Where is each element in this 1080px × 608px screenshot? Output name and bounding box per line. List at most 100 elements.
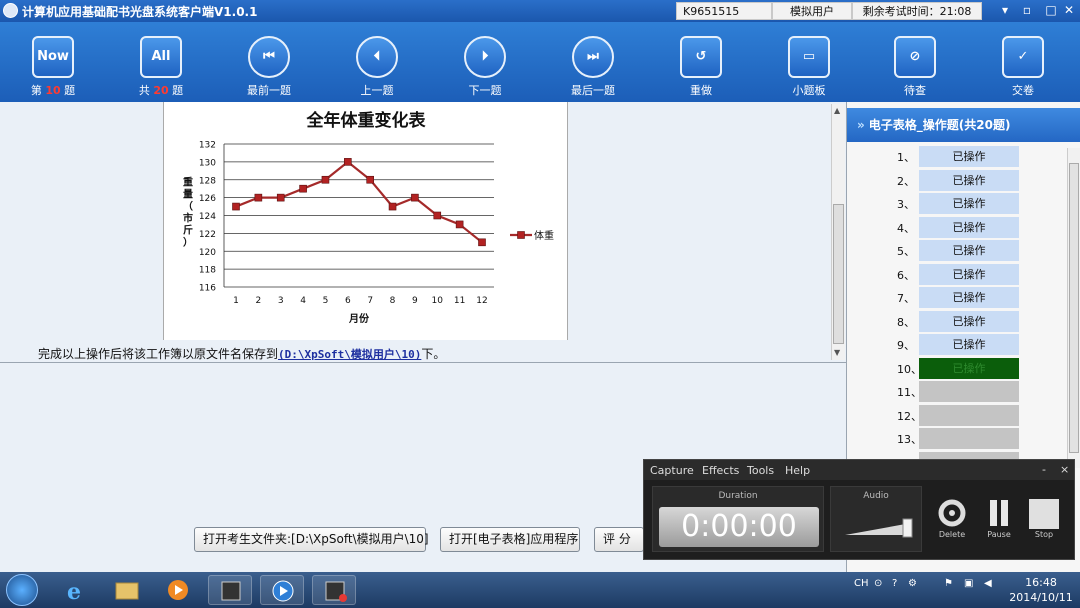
- question-status[interactable]: 已操作: [919, 146, 1019, 167]
- scroll-down-icon[interactable]: ▼: [834, 348, 840, 357]
- grade-button[interactable]: 评 分: [594, 527, 644, 552]
- chart-card: 全年体重变化表 116 118 120 122 124 126 128 130 132 1 2 3 4 5 6…: [163, 102, 568, 340]
- question-list-item[interactable]: 12、: [847, 404, 1067, 427]
- question-list-item[interactable]: 10、 已操作: [847, 357, 1067, 380]
- question-status[interactable]: 已操作: [919, 193, 1019, 214]
- question-number: 5、: [897, 245, 915, 258]
- exam-app-icon[interactable]: [208, 575, 252, 605]
- next-question-button[interactable]: ⏵ 下一题: [444, 22, 526, 102]
- panel-scroll-thumb[interactable]: [1069, 163, 1079, 453]
- current-question-button[interactable]: Now 第 10 题: [12, 22, 94, 102]
- delete-button[interactable]: Delete: [932, 498, 972, 539]
- minimize-icon[interactable]: ▫: [1016, 1, 1038, 19]
- question-list-item[interactable]: 2、 已操作: [847, 169, 1067, 192]
- user-name: 模拟用户: [772, 2, 852, 20]
- stop-icon: [1029, 499, 1059, 529]
- y-tick-label: 128: [199, 176, 216, 186]
- exam-id: K9651515: [676, 2, 772, 20]
- question-status[interactable]: 已操作: [919, 216, 1019, 238]
- question-status[interactable]: 已操作: [919, 357, 1019, 379]
- ime-icon[interactable]: ⊙: [874, 578, 882, 589]
- menu-tools[interactable]: Tools: [747, 464, 774, 477]
- scroll-up-icon[interactable]: ▲: [834, 106, 840, 115]
- all-questions-button[interactable]: All 共 20 题: [120, 22, 202, 102]
- question-board-button[interactable]: ▭ 小题板: [768, 22, 850, 102]
- language-indicator[interactable]: CH: [854, 578, 869, 589]
- question-scrollbar[interactable]: ▲ ▼: [831, 104, 845, 360]
- question-list-item[interactable]: 11、: [847, 381, 1067, 403]
- x-tick-label: 5: [323, 296, 329, 306]
- audio-level-icon[interactable]: [831, 507, 921, 547]
- x-axis-label: 月份: [348, 312, 370, 325]
- flag-icon[interactable]: ⚑: [944, 578, 953, 589]
- media-player-icon[interactable]: [156, 575, 200, 605]
- pending-review-button[interactable]: ⊘ 待查: [874, 22, 956, 102]
- y-tick-label: 126: [199, 194, 216, 204]
- system-clock[interactable]: 16:48 2014/10/11: [1006, 575, 1076, 605]
- question-list-item[interactable]: 4、 已操作: [847, 216, 1067, 239]
- menu-capture[interactable]: Capture: [650, 464, 694, 477]
- question-list-item[interactable]: 8、 已操作: [847, 310, 1067, 333]
- question-list-item[interactable]: 3、 已操作: [847, 193, 1067, 215]
- question-list-item[interactable]: 7、 已操作: [847, 287, 1067, 309]
- redo-button[interactable]: ↺ 重做: [660, 22, 742, 102]
- x-tick-label: 10: [432, 296, 444, 306]
- x-tick-label: 8: [390, 296, 396, 306]
- question-status[interactable]: [919, 428, 1019, 449]
- question-status[interactable]: [919, 404, 1019, 426]
- help-icon[interactable]: ?: [892, 578, 897, 589]
- open-folder-button[interactable]: 打开考生文件夹:[D:\XpSoft\模拟用户\10]: [194, 527, 429, 552]
- prev-question-button[interactable]: ⏴ 上一题: [336, 22, 418, 102]
- panel-header: » 电子表格_操作题(共20题): [847, 108, 1080, 142]
- volume-icon[interactable]: ◀: [984, 578, 992, 589]
- submit-icon: ✓: [1002, 36, 1044, 78]
- recorder-app-icon[interactable]: [312, 575, 356, 605]
- question-status[interactable]: 已操作: [919, 334, 1019, 355]
- panel-scrollbar[interactable]: [1067, 148, 1080, 468]
- question-list-item[interactable]: 9、 已操作: [847, 334, 1067, 356]
- question-list-item[interactable]: 1、 已操作: [847, 146, 1067, 168]
- question-list-item[interactable]: 6、 已操作: [847, 263, 1067, 286]
- svg-text:e: e: [67, 579, 81, 605]
- network-icon[interactable]: ▣: [964, 578, 973, 589]
- question-list-item[interactable]: 5、 已操作: [847, 240, 1067, 262]
- question-status[interactable]: 已操作: [919, 169, 1019, 191]
- question-status[interactable]: 已操作: [919, 240, 1019, 261]
- weight-line-chart: 全年体重变化表1161181201221241261281301321 2 3 4 5 6…: [183, 110, 554, 325]
- question-status[interactable]: [919, 381, 1019, 402]
- question-status[interactable]: 已操作: [919, 310, 1019, 332]
- question-status[interactable]: 已操作: [919, 263, 1019, 285]
- pause-button[interactable]: Pause: [979, 498, 1019, 539]
- menu-effects[interactable]: Effects: [702, 464, 739, 477]
- stop-button[interactable]: Stop: [1024, 498, 1064, 539]
- close-icon[interactable]: ✕: [1058, 1, 1080, 19]
- legend-marker: [517, 231, 525, 239]
- settings-icon[interactable]: ⚙: [908, 578, 917, 589]
- x-tick-label: 1: [233, 296, 239, 306]
- question-status[interactable]: 已操作: [919, 287, 1019, 308]
- restore-icon[interactable]: ▾: [994, 1, 1016, 19]
- duration-display: 0:00:00: [659, 507, 819, 547]
- ie-icon[interactable]: e: [52, 575, 96, 605]
- explorer-icon[interactable]: [104, 575, 148, 605]
- submit-exam-button[interactable]: ✓ 交卷: [982, 22, 1064, 102]
- delete-icon: [938, 499, 966, 527]
- chart-title: 全年体重变化表: [306, 110, 427, 131]
- menu-help[interactable]: Help: [785, 464, 810, 477]
- active-app-icon[interactable]: [260, 575, 304, 605]
- y-tick-label: 122: [199, 230, 216, 240]
- question-list-item[interactable]: 13、: [847, 428, 1067, 450]
- start-button[interactable]: [6, 574, 38, 606]
- first-question-button[interactable]: ⏮ 最前一题: [228, 22, 310, 102]
- open-app-button[interactable]: 打开[电子表格]应用程序: [440, 527, 580, 552]
- scroll-thumb[interactable]: [833, 204, 844, 344]
- y-tick-label: 124: [199, 212, 216, 222]
- series-line-weight: [235, 160, 483, 244]
- x-tick-label: 3: [278, 296, 284, 306]
- recorder-minimize-icon[interactable]: ‐: [1042, 463, 1046, 476]
- data-point: [254, 193, 263, 202]
- pending-icon: ⊘: [894, 36, 936, 78]
- last-question-button[interactable]: ⏭ 最后一题: [552, 22, 634, 102]
- y-tick-label: 120: [199, 248, 216, 258]
- recorder-close-icon[interactable]: ×: [1060, 463, 1069, 476]
